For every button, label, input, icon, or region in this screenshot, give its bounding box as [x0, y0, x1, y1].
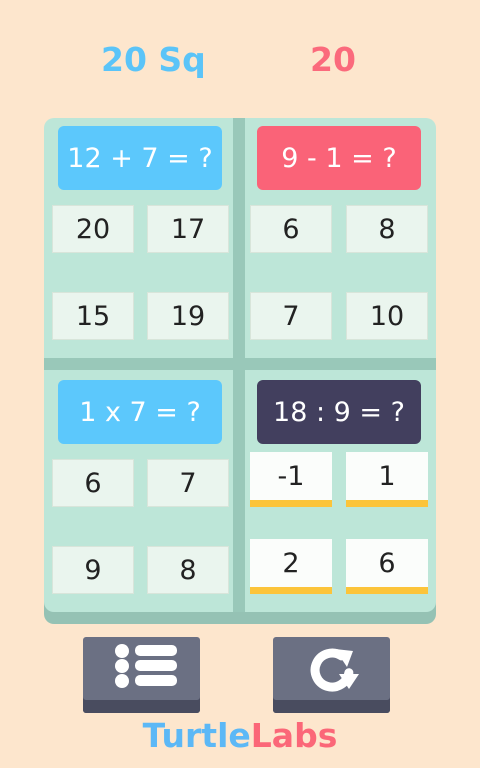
answer-button[interactable]: 7 — [147, 459, 229, 507]
restart-icon — [310, 648, 359, 692]
answer-button[interactable]: 10 — [346, 292, 428, 340]
brand-part-turtle: Turtle — [142, 716, 251, 755]
answer-button[interactable]: 20 — [52, 205, 134, 253]
brand-part-labs: Labs — [250, 716, 338, 755]
question-bottom-right: 18 : 9 = ? — [257, 380, 421, 444]
list-icon — [115, 644, 177, 688]
answer-button[interactable]: 17 — [147, 205, 229, 253]
answer-button[interactable]: 2 — [250, 539, 332, 594]
board-divider-horizontal — [44, 358, 436, 370]
answer-button[interactable]: 6 — [52, 459, 134, 507]
answer-button[interactable]: 8 — [147, 546, 229, 594]
question-top-right: 9 - 1 = ? — [257, 126, 421, 190]
brand-logo: TurtleLabs — [0, 716, 480, 755]
restart-button[interactable] — [273, 637, 390, 713]
question-top-left: 12 + 7 = ? — [58, 126, 222, 190]
game-board: 12 + 7 = ? 20 17 15 19 9 - 1 = ? 6 8 7 1… — [44, 118, 436, 612]
answer-button[interactable]: 6 — [346, 539, 428, 594]
answer-button[interactable]: 9 — [52, 546, 134, 594]
answer-button[interactable]: -1 — [250, 452, 332, 507]
question-bottom-left: 1 x 7 = ? — [58, 380, 222, 444]
score-right: 20 — [310, 40, 356, 79]
answer-button[interactable]: 7 — [250, 292, 332, 340]
answer-button[interactable]: 19 — [147, 292, 229, 340]
menu-button[interactable] — [83, 637, 200, 713]
answer-button[interactable]: 15 — [52, 292, 134, 340]
answer-button[interactable]: 8 — [346, 205, 428, 253]
score-left: 20 Sq — [101, 40, 206, 79]
answer-button[interactable]: 1 — [346, 452, 428, 507]
answer-button[interactable]: 6 — [250, 205, 332, 253]
